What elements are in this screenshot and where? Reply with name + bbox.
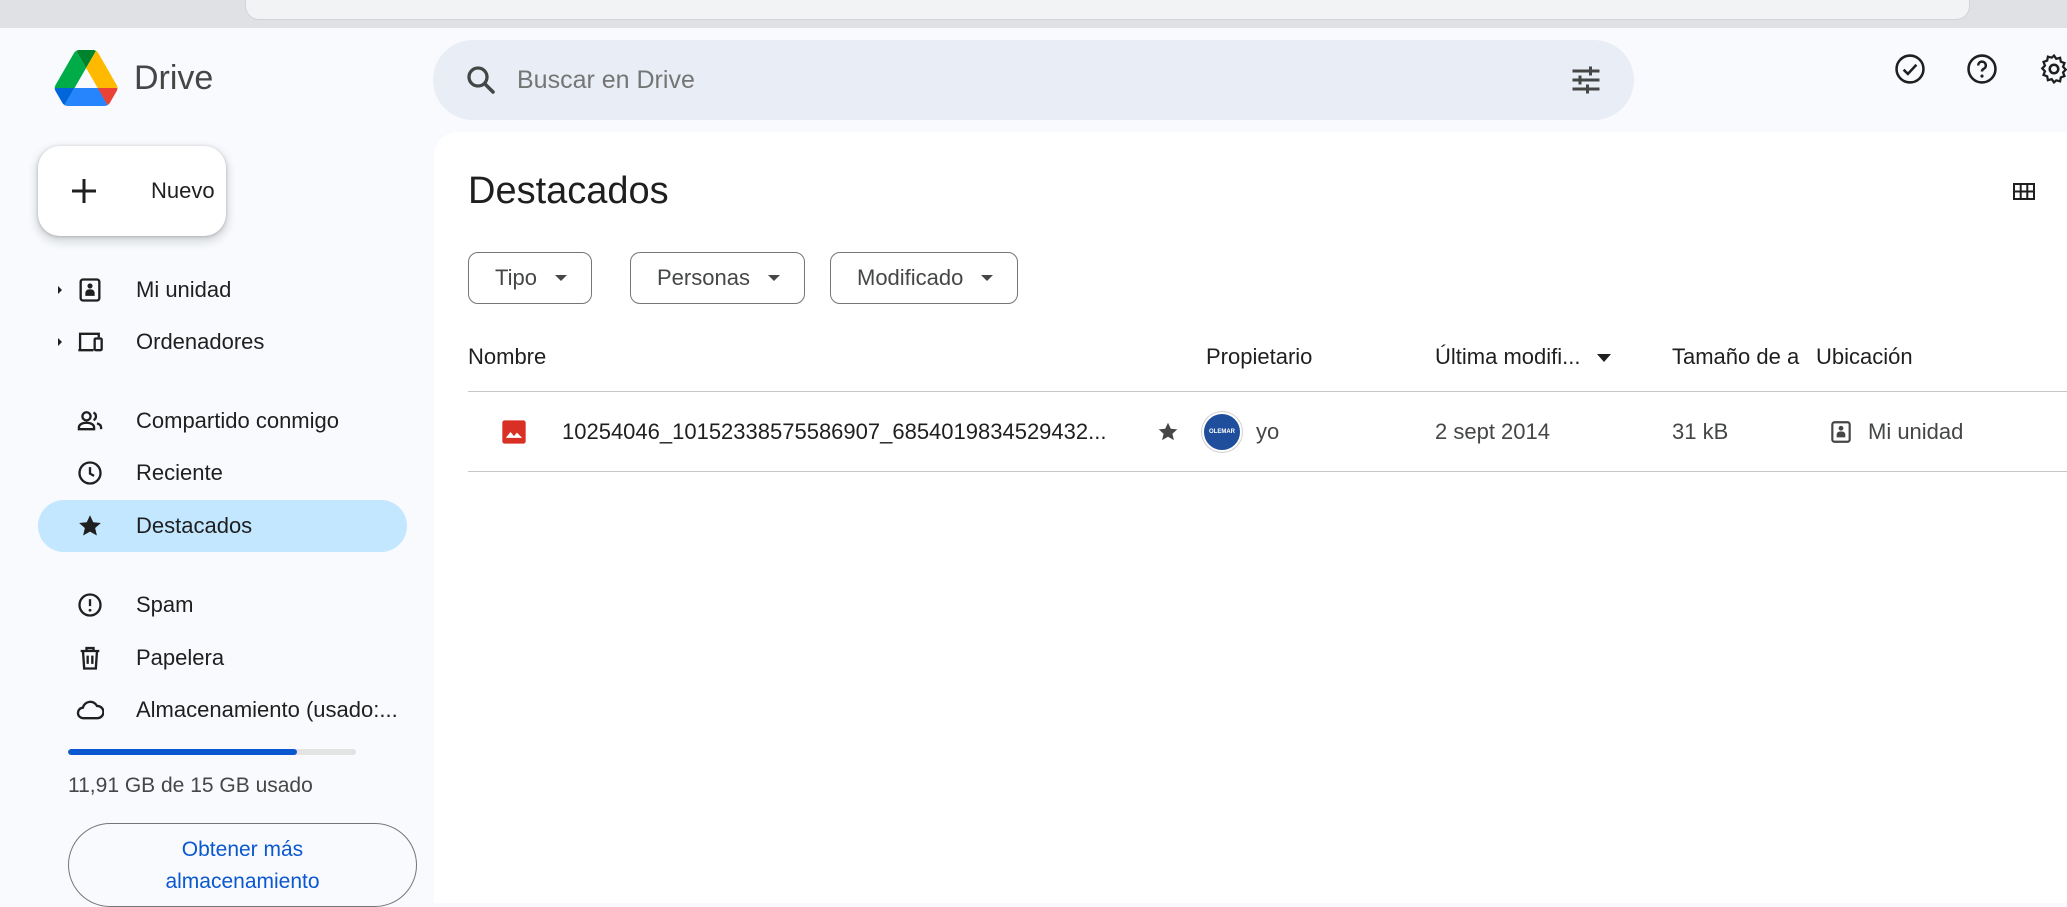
- new-button[interactable]: Nuevo: [38, 146, 226, 236]
- get-more-storage-button[interactable]: Obtener más almacenamiento: [68, 823, 417, 907]
- starred-star-icon[interactable]: [1156, 420, 1180, 444]
- check-circle-icon: [1895, 54, 1925, 84]
- filter-people-chip[interactable]: Personas: [630, 252, 805, 304]
- sidebar-item-trash[interactable]: Papelera: [38, 632, 408, 684]
- search-options-icon[interactable]: [1568, 62, 1604, 98]
- chevron-down-icon: [981, 275, 994, 281]
- settings-button[interactable]: [2030, 45, 2067, 93]
- new-button-label: Nuevo: [151, 178, 215, 203]
- file-location[interactable]: Mi unidad: [1868, 392, 1963, 472]
- column-file-size[interactable]: Tamaño de a: [1672, 322, 1812, 392]
- drive-logo[interactable]: Drive: [54, 50, 213, 106]
- sidebar-item-storage[interactable]: Almacenamiento (usado:...: [38, 684, 408, 736]
- image-file-icon: [502, 420, 526, 444]
- gear-icon: [2040, 53, 2067, 85]
- sidebar-item-label: Reciente: [136, 460, 223, 485]
- drive-window: Drive Nuevo Mi unidad Ordenadores: [12, 28, 2067, 907]
- column-owner[interactable]: Propietario: [1206, 322, 1312, 392]
- column-name-label: Nombre: [468, 344, 547, 369]
- sidebar-item-label: Mi unidad: [136, 277, 232, 302]
- table-row[interactable]: 10254046_10152338575586907_6854019834529…: [468, 392, 2067, 472]
- column-name[interactable]: Nombre: [468, 322, 546, 392]
- help-icon: [1967, 54, 1997, 84]
- drive-icon: [79, 278, 101, 302]
- caret-down-icon[interactable]: [1596, 354, 1611, 363]
- column-file-size-label: Tamaño de a: [1672, 344, 1800, 369]
- search-icon[interactable]: [463, 62, 499, 98]
- spam-icon: [78, 593, 102, 617]
- app-name: Drive: [134, 58, 214, 97]
- table-header: Nombre Propietario Última modifi... Tama…: [468, 322, 2067, 392]
- expand-caret-icon[interactable]: [56, 284, 64, 296]
- avatar: OLEMAR: [1202, 412, 1242, 452]
- expand-caret-icon[interactable]: [56, 336, 64, 348]
- file-size: 31 kB: [1672, 419, 1729, 444]
- search-input[interactable]: [517, 40, 1417, 120]
- sidebar-item-label: Compartido conmigo: [136, 408, 339, 433]
- cloud-icon: [76, 700, 104, 720]
- help-button[interactable]: [1958, 45, 2006, 93]
- avatar-text: OLEMAR: [1209, 429, 1235, 435]
- page-title: Destacados: [468, 170, 669, 212]
- offline-ready-button[interactable]: [1886, 45, 1934, 93]
- file-modified: 2 sept 2014: [1435, 419, 1550, 444]
- computers-icon: [78, 332, 103, 352]
- people-icon: [77, 411, 103, 431]
- drive-icon: [1831, 421, 1851, 443]
- storage-usage-text: 11,91 GB de 15 GB usado: [68, 774, 313, 797]
- filter-type-chip[interactable]: Tipo: [468, 252, 592, 304]
- column-location[interactable]: Ubicación: [1816, 322, 1913, 392]
- sidebar-item-shared-with-me[interactable]: Compartido conmigo: [38, 395, 408, 447]
- main-content: Destacados Tipo Personas Modificado Nomb…: [434, 132, 2067, 903]
- chevron-down-icon: [767, 275, 780, 281]
- sidebar-item-computers[interactable]: Ordenadores: [38, 316, 408, 368]
- sidebar-item-label: Papelera: [136, 645, 225, 670]
- storage-usage-fill: [68, 749, 297, 755]
- column-last-modified-label: Última modifi...: [1435, 344, 1581, 369]
- column-last-modified[interactable]: Última modifi...: [1435, 322, 1635, 392]
- get-more-storage-label-line1: Obtener más: [181, 838, 304, 861]
- chevron-down-icon: [554, 275, 567, 281]
- column-owner-label: Propietario: [1206, 344, 1313, 369]
- sidebar-item-starred[interactable]: Destacados: [38, 500, 407, 552]
- star-icon: [79, 515, 101, 536]
- plus-icon: [72, 179, 96, 203]
- filter-label: Modificado: [857, 265, 964, 290]
- sidebar-item-label: Destacados: [136, 513, 253, 538]
- storage-usage-bar: [68, 749, 356, 755]
- trash-icon: [80, 646, 100, 670]
- get-more-storage-label-line2: almacenamiento: [165, 870, 320, 893]
- filter-label: Tipo: [495, 265, 537, 290]
- filter-label: Personas: [657, 265, 750, 290]
- sidebar-item-spam[interactable]: Spam: [38, 579, 408, 631]
- clock-icon: [78, 461, 102, 485]
- drive-logo-icon: [54, 50, 118, 106]
- sidebar-item-label: Spam: [136, 592, 194, 617]
- sidebar-item-my-drive[interactable]: Mi unidad: [38, 264, 408, 316]
- column-location-label: Ubicación: [1816, 344, 1913, 369]
- grid-view-icon[interactable]: [2000, 168, 2048, 216]
- file-owner: yo: [1256, 419, 1280, 444]
- sidebar-item-label: Almacenamiento (usado:...: [136, 697, 398, 722]
- search-bar[interactable]: [433, 40, 1634, 120]
- sidebar-item-label: Ordenadores: [136, 329, 265, 354]
- sidebar-item-recent[interactable]: Reciente: [38, 447, 408, 499]
- browser-address-bar: [245, 0, 1970, 20]
- browser-top-strip: [0, 0, 2067, 28]
- filter-modified-chip[interactable]: Modificado: [830, 252, 1019, 304]
- file-name[interactable]: 10254046_10152338575586907_6854019834529…: [562, 392, 1106, 472]
